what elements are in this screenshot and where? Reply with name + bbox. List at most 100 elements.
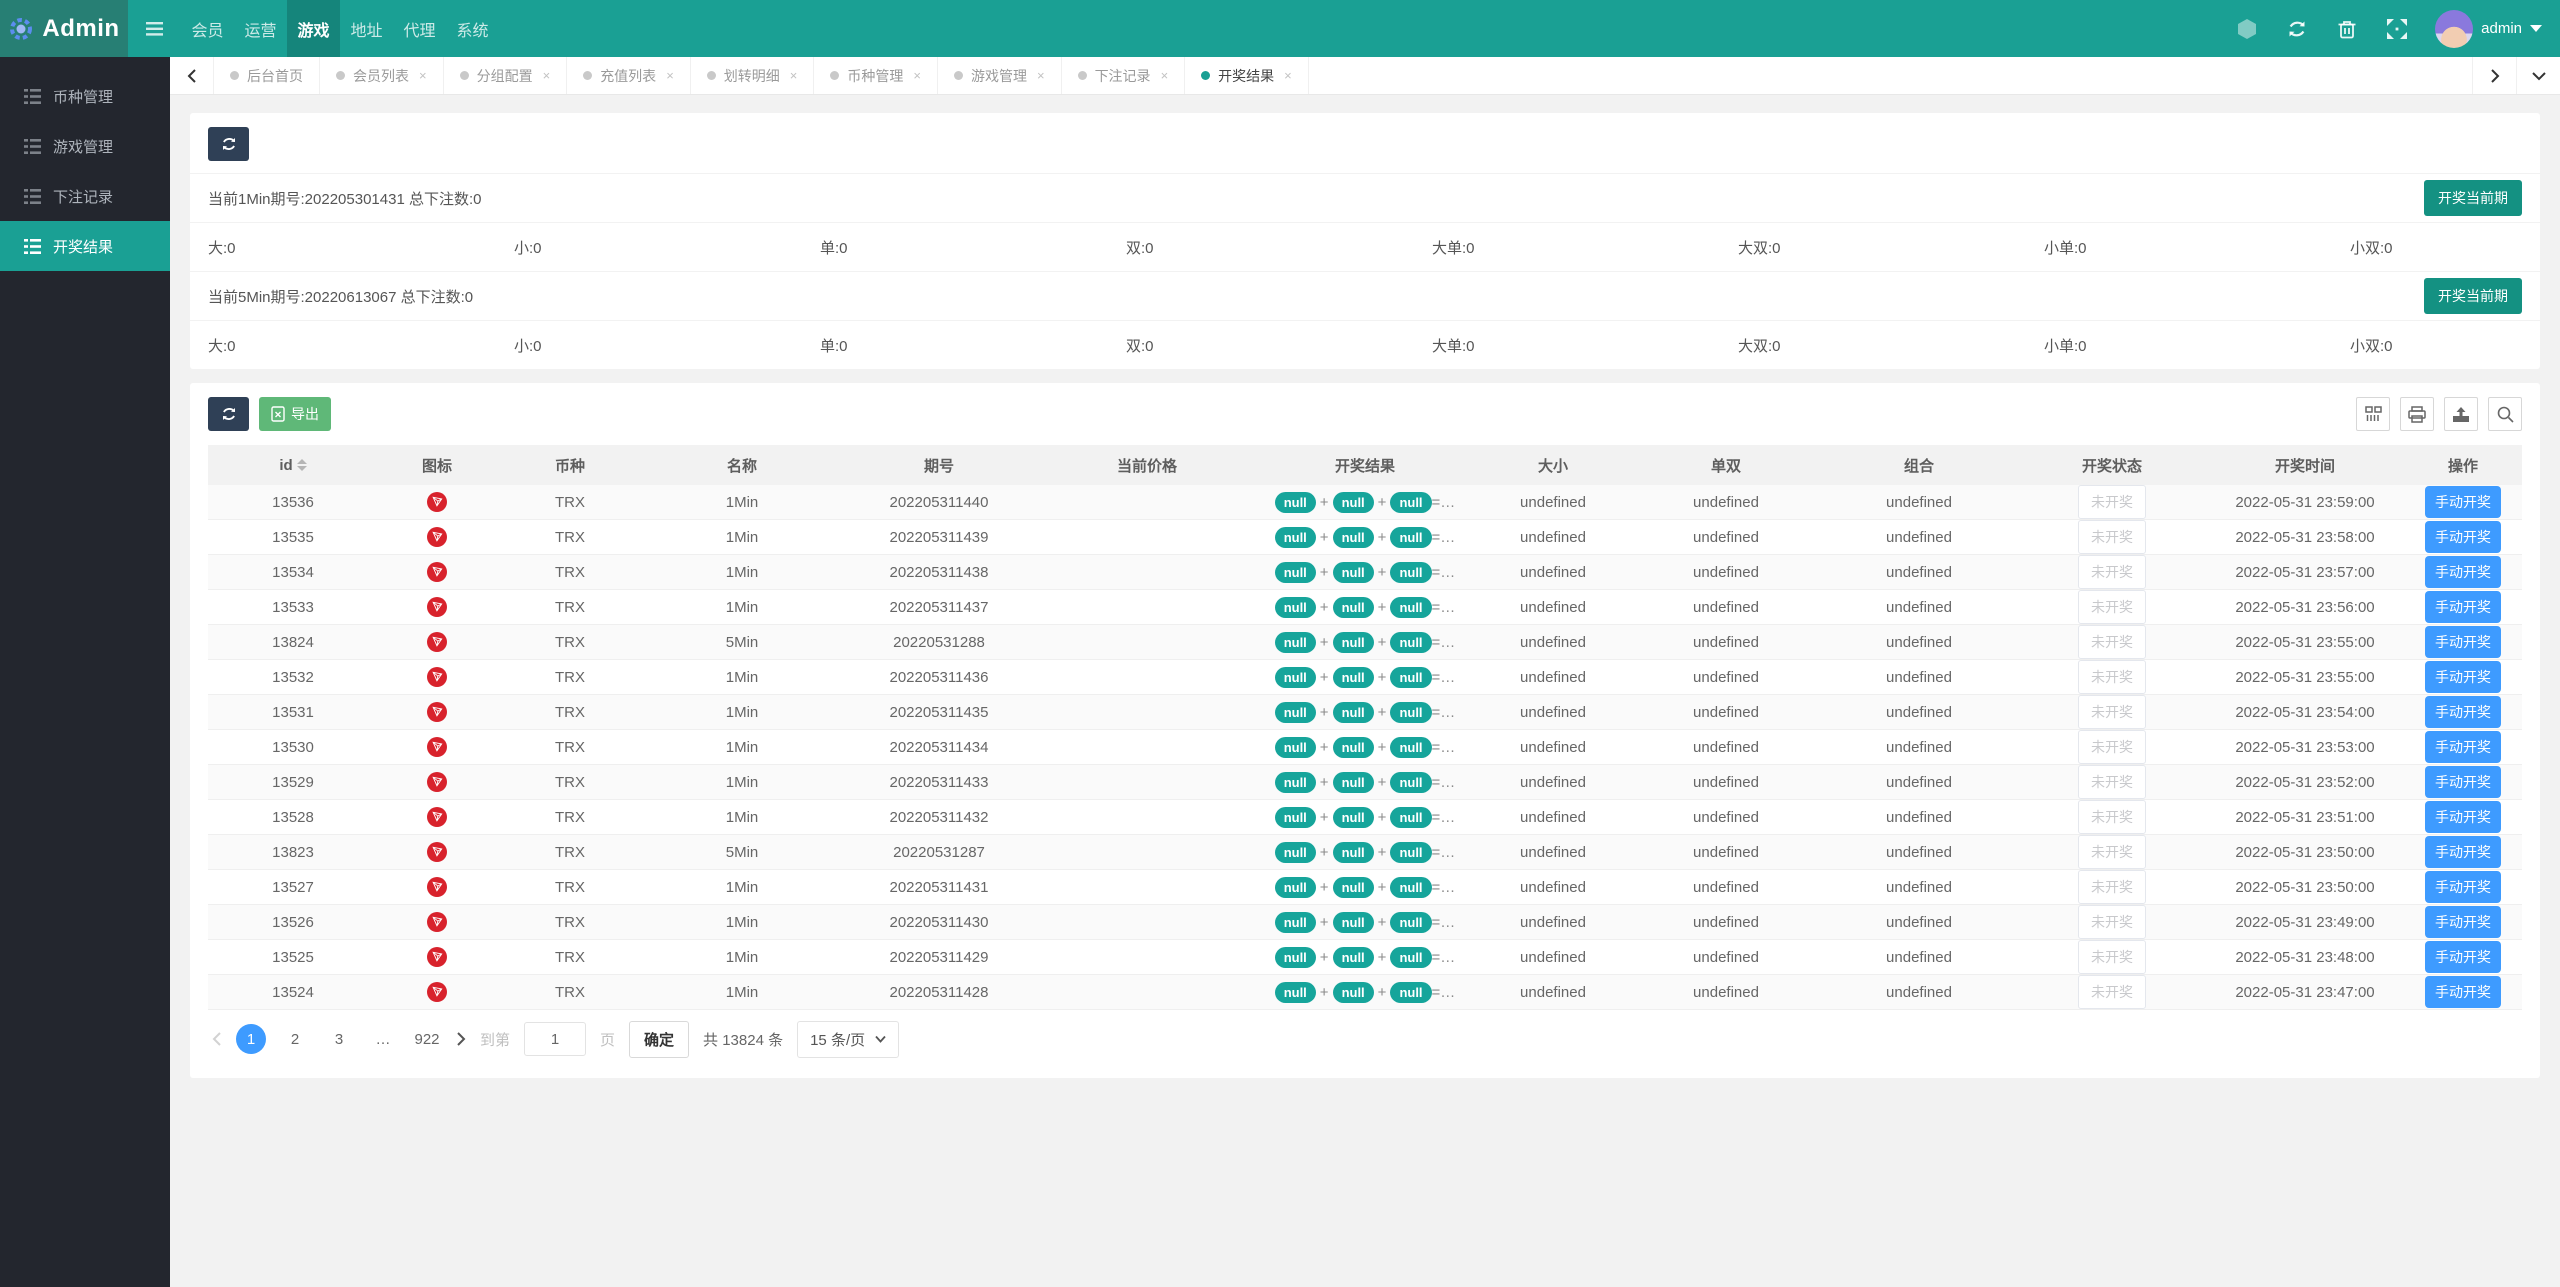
tab-lottery-results[interactable]: 开奖结果 × <box>1185 57 1309 94</box>
sidebar-item-coins[interactable]: 币种管理 <box>0 71 170 121</box>
manual-draw-button[interactable]: 手动开奖 <box>2425 521 2501 553</box>
open-current-period-button[interactable]: 开奖当前期 <box>2424 278 2522 314</box>
nav-item-members[interactable]: 会员 <box>181 0 234 57</box>
user-menu[interactable]: admin <box>2435 9 2542 48</box>
close-icon[interactable]: × <box>1284 68 1292 83</box>
nav-menu: 会员 运营 游戏 地址 代理 系统 <box>128 0 499 57</box>
tab-coin-manage[interactable]: 币种管理 × <box>814 57 938 94</box>
sidebar-item-games[interactable]: 游戏管理 <box>0 121 170 171</box>
cell-name: 1Min <box>644 974 840 1010</box>
cell-status: 未开奖 <box>2018 939 2206 975</box>
sort-icon[interactable] <box>296 459 307 471</box>
manual-draw-button[interactable]: 手动开奖 <box>2425 801 2501 833</box>
print-icon[interactable] <box>2400 397 2434 431</box>
search-icon[interactable] <box>2488 397 2522 431</box>
tab-bet-records[interactable]: 下注记录 × <box>1062 57 1186 94</box>
cell-combo: undefined <box>1820 974 2018 1010</box>
periods-panel: 当前1Min期号:202205301431 总下注数:0 开奖当前期 大:0 小:… <box>190 113 2540 369</box>
manual-draw-button[interactable]: 手动开奖 <box>2425 976 2501 1008</box>
table-row: 13524 TRX 1Min 202205311428 null + null … <box>208 974 2522 1010</box>
nav-item-operations[interactable]: 运营 <box>234 0 287 57</box>
sidebar-item-label: 币种管理 <box>53 88 114 106</box>
refresh-icon[interactable] <box>2285 17 2309 41</box>
cell-issue: 202205311429 <box>840 939 1038 975</box>
tabs-scroll-left[interactable] <box>170 57 214 94</box>
close-icon[interactable]: × <box>1161 68 1169 83</box>
close-icon[interactable]: × <box>666 68 674 83</box>
sidebar-item-bet-records[interactable]: 下注记录 <box>0 171 170 221</box>
manual-draw-button[interactable]: 手动开奖 <box>2425 626 2501 658</box>
next-page-button[interactable] <box>456 1032 466 1046</box>
header-id[interactable]: id <box>208 445 378 485</box>
cell-icon <box>378 694 496 730</box>
stat-value: 单:0 <box>820 239 848 257</box>
export-label: 导出 <box>291 406 319 422</box>
manual-draw-button[interactable]: 手动开奖 <box>2425 556 2501 588</box>
tab-game-manage[interactable]: 游戏管理 × <box>938 57 1062 94</box>
refresh-table-button[interactable] <box>208 397 249 431</box>
manual-draw-button[interactable]: 手动开奖 <box>2425 591 2501 623</box>
page-number[interactable]: 922 <box>412 1024 442 1054</box>
page-number[interactable]: 2 <box>280 1024 310 1054</box>
manual-draw-button[interactable]: 手动开奖 <box>2425 661 2501 693</box>
tab-group-config[interactable]: 分组配置 × <box>444 57 568 94</box>
manual-draw-button[interactable]: 手动开奖 <box>2425 766 2501 798</box>
export-button[interactable]: 导出 <box>259 397 331 431</box>
cell-id: 13535 <box>208 519 378 555</box>
tab-transfer-detail[interactable]: 划转明细 × <box>691 57 815 94</box>
chevron-down-icon <box>2530 25 2542 32</box>
close-icon[interactable]: × <box>913 68 921 83</box>
refresh-periods-button[interactable] <box>208 127 249 161</box>
download-icon[interactable] <box>2444 397 2478 431</box>
cell-actions: 手动开奖 <box>2404 554 2522 590</box>
sidebar-item-lottery-results[interactable]: 开奖结果 <box>0 221 170 271</box>
close-icon[interactable]: × <box>419 68 427 83</box>
result-badge: null <box>1274 491 1316 513</box>
page-number[interactable]: 3 <box>324 1024 354 1054</box>
nav-item-address[interactable]: 地址 <box>340 0 393 57</box>
cell-parity: undefined <box>1632 519 1820 555</box>
stat-value: 小单:0 <box>2044 239 2087 257</box>
results-table: id 图标 币种 名称 期号 当前价格 开奖结果 大小 单双 组合 开奖状态 开… <box>208 445 2522 1010</box>
manual-draw-button[interactable]: 手动开奖 <box>2425 486 2501 518</box>
manual-draw-button[interactable]: 手动开奖 <box>2425 731 2501 763</box>
tabs-scroll-right[interactable] <box>2472 57 2516 94</box>
status-badge: 未开奖 <box>2078 485 2146 519</box>
cell-icon <box>378 624 496 660</box>
manual-draw-button[interactable]: 手动开奖 <box>2425 836 2501 868</box>
goto-confirm-button[interactable]: 确定 <box>629 1020 690 1058</box>
total-count-label: 共 13824 条 <box>703 1031 784 1049</box>
theme-icon[interactable] <box>2235 17 2259 41</box>
close-icon[interactable]: × <box>1037 68 1045 83</box>
tabs-menu-toggle[interactable] <box>2516 57 2560 94</box>
cell-combo: undefined <box>1820 729 2018 765</box>
goto-page-input[interactable] <box>524 1022 587 1056</box>
manual-draw-button[interactable]: 手动开奖 <box>2425 941 2501 973</box>
nav-item-agents[interactable]: 代理 <box>393 0 446 57</box>
manual-draw-button[interactable]: 手动开奖 <box>2425 906 2501 938</box>
cell-issue: 20220531287 <box>840 834 1038 870</box>
page-size-select[interactable]: 15 条/页 <box>797 1020 900 1058</box>
menu-toggle[interactable] <box>128 0 181 57</box>
tab-dashboard[interactable]: 后台首页 <box>214 57 320 94</box>
manual-draw-button[interactable]: 手动开奖 <box>2425 696 2501 728</box>
tab-member-list[interactable]: 会员列表 × <box>320 57 444 94</box>
clear-cache-icon[interactable] <box>2335 17 2359 41</box>
header-actions: 操作 <box>2404 445 2522 485</box>
columns-icon[interactable] <box>2356 397 2390 431</box>
open-current-period-button[interactable]: 开奖当前期 <box>2424 180 2522 216</box>
table-row: 13536 TRX 1Min 202205311440 null + null … <box>208 485 2522 520</box>
fullscreen-icon[interactable] <box>2385 17 2409 41</box>
table-row: 13530 TRX 1Min 202205311434 null + null … <box>208 729 2522 765</box>
nav-item-games[interactable]: 游戏 <box>287 0 340 57</box>
nav-item-system[interactable]: 系统 <box>446 0 499 57</box>
page-number[interactable]: 1 <box>236 1024 266 1054</box>
close-icon[interactable]: × <box>543 68 551 83</box>
app-logo[interactable]: Admin <box>0 0 128 57</box>
tab-recharge-list[interactable]: 充值列表 × <box>567 57 691 94</box>
manual-draw-button[interactable]: 手动开奖 <box>2425 871 2501 903</box>
cell-result: null + null + null =… <box>1256 589 1474 625</box>
period-stats-5min: 大:0 小:0 单:0 双:0 大单:0 大双:0 小单:0 小双:0 <box>208 321 2522 369</box>
close-icon[interactable]: × <box>790 68 798 83</box>
prev-page-button[interactable] <box>212 1032 222 1046</box>
